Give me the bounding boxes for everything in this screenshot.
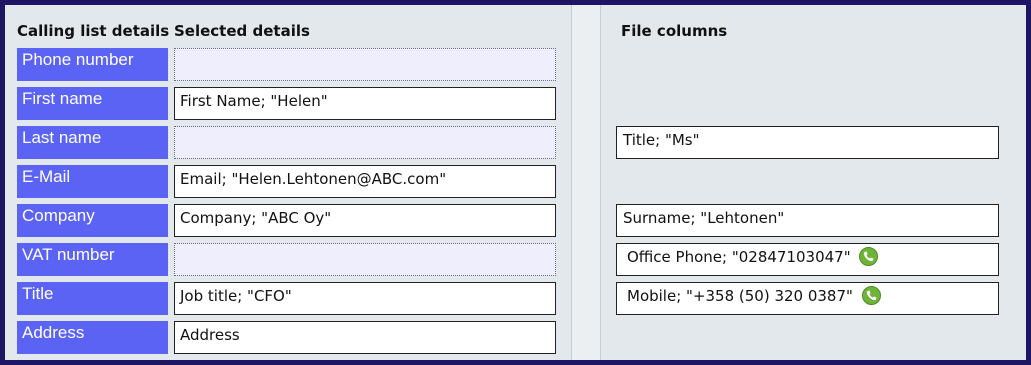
calling-list-details-header: Calling list details <box>17 22 170 40</box>
file-column-mobile-text: Mobile; "+358 (50) 320 0387" <box>627 287 853 305</box>
label-last-name: Last name <box>17 126 168 159</box>
file-columns-header: File columns <box>621 22 728 40</box>
label-title: Title <box>17 282 168 315</box>
field-first-name[interactable]: First Name; "Helen" <box>174 87 556 120</box>
file-column-surname-text: Surname; "Lehtonen" <box>623 209 785 227</box>
calling-list-panel: Calling list details Selected details Ph… <box>5 5 571 360</box>
field-title[interactable]: Job title; "CFO" <box>174 282 556 315</box>
field-last-name[interactable] <box>174 126 556 159</box>
field-email[interactable]: Email; "Helen.Lehtonen@ABC.com" <box>174 165 556 198</box>
file-column-office-phone-text: Office Phone; "02847103047" <box>627 248 851 266</box>
label-first-name: First name <box>17 87 168 120</box>
panel-divider <box>571 5 601 360</box>
field-company[interactable]: Company; "ABC Oy" <box>174 204 556 237</box>
file-columns-panel: File columns Title; "Ms" Surname; "Lehto… <box>601 5 1026 360</box>
selected-details-header: Selected details <box>174 22 310 40</box>
label-phone-number: Phone number <box>17 48 168 81</box>
file-column-office-phone[interactable]: Office Phone; "02847103047" <box>616 243 999 276</box>
label-vat-number: VAT number <box>17 243 168 276</box>
file-column-mobile[interactable]: Mobile; "+358 (50) 320 0387" <box>616 282 999 315</box>
label-address: Address <box>17 321 168 354</box>
mapping-dialog: Calling list details Selected details Ph… <box>5 5 1026 360</box>
phone-call-icon[interactable] <box>861 285 881 305</box>
field-vat-number[interactable] <box>174 243 556 276</box>
label-company: Company <box>17 204 168 237</box>
file-column-surname[interactable]: Surname; "Lehtonen" <box>616 204 999 237</box>
field-address[interactable]: Address <box>174 321 556 354</box>
label-email: E-Mail <box>17 165 168 198</box>
phone-call-icon[interactable] <box>859 246 879 266</box>
file-column-title-text: Title; "Ms" <box>623 131 700 149</box>
field-phone-number[interactable] <box>174 48 556 81</box>
file-column-title[interactable]: Title; "Ms" <box>616 126 999 159</box>
